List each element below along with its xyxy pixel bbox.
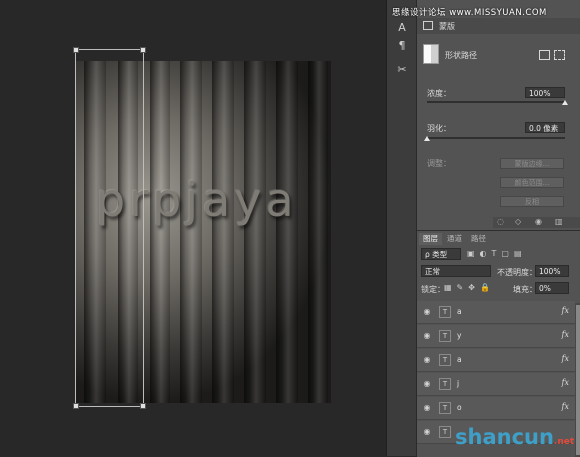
- delete-mask-icon[interactable]: ▥: [555, 217, 563, 226]
- watermark-top: 思缘设计论坛 www.MISSYUAN.COM: [392, 8, 547, 18]
- layer-name: a: [457, 355, 462, 364]
- fill-field[interactable]: 0%: [535, 282, 569, 294]
- layer-row[interactable]: ◉ T a fx: [417, 301, 575, 324]
- lock-icons[interactable]: ▦✎✥🔒: [444, 283, 495, 292]
- density-slider-knob[interactable]: [562, 100, 568, 105]
- invert-button[interactable]: 反相: [500, 196, 564, 207]
- eye-icon[interactable]: ◉: [422, 403, 432, 413]
- layers-scrollbar[interactable]: [575, 303, 580, 457]
- layer-name: y: [457, 331, 462, 340]
- visibility-icon[interactable]: ◉: [535, 217, 542, 226]
- layer-thumbnail: T: [439, 330, 451, 342]
- load-selection-icon[interactable]: ◌: [497, 217, 504, 226]
- layer-filter-select[interactable]: ρ 类型: [421, 248, 461, 260]
- transform-handle[interactable]: [73, 403, 79, 409]
- watermark-bottom-net: .net: [553, 437, 575, 447]
- character-icon[interactable]: A: [394, 20, 410, 36]
- layer-row[interactable]: ◉ T a fx: [417, 349, 575, 372]
- layer-filter-icons[interactable]: ▣◐T▢▤: [467, 249, 527, 258]
- layer-thumbnail: T: [439, 378, 451, 390]
- feather-label: 羽化：: [427, 124, 451, 133]
- layer-thumbnail: T: [439, 426, 451, 438]
- mask-edge-button[interactable]: 蒙版边缘...: [500, 158, 564, 169]
- mask-thumbnail[interactable]: [423, 44, 439, 64]
- layers-panel: 图层 通道 路径 ρ 类型 ▣◐T▢▤ 正常 不透明度： 100% 锁定： ▦✎…: [417, 230, 580, 457]
- adjust-label: 调整：: [427, 159, 451, 168]
- layer-thumbnail: T: [439, 354, 451, 366]
- layer-name: o: [457, 403, 462, 412]
- layer-name: a: [457, 307, 462, 316]
- fx-icon[interactable]: fx: [562, 378, 569, 387]
- eye-icon[interactable]: ◉: [422, 427, 432, 437]
- tools-icon[interactable]: ✂: [394, 62, 410, 78]
- opacity-label: 不透明度：: [497, 268, 537, 277]
- fill-label: 填充：: [513, 285, 537, 294]
- eye-icon[interactable]: ◉: [422, 307, 432, 317]
- layer-thumbnail: T: [439, 402, 451, 414]
- tab-layers[interactable]: 图层: [419, 233, 442, 245]
- mask-type-label: 形状路径: [445, 51, 477, 60]
- add-pixel-mask-icon[interactable]: [539, 50, 550, 60]
- density-label: 浓度：: [427, 89, 451, 98]
- lock-label: 锁定：: [421, 285, 445, 294]
- apply-mask-icon[interactable]: ◇: [515, 217, 521, 226]
- tab-channels[interactable]: 通道: [443, 233, 466, 245]
- layer-row[interactable]: ◉ T y fx: [417, 325, 575, 348]
- color-range-button[interactable]: 颜色范围...: [500, 177, 564, 188]
- eye-icon[interactable]: ◉: [422, 331, 432, 341]
- watermark-bottom: shancun.net: [455, 425, 574, 449]
- document-canvas[interactable]: prpjaya: [0, 0, 386, 456]
- transform-handle[interactable]: [140, 47, 146, 53]
- feather-field[interactable]: 0.0 像素: [525, 122, 565, 133]
- properties-title: 蒙版: [439, 22, 455, 31]
- add-vector-mask-icon[interactable]: [554, 50, 565, 60]
- right-panels: 蒙版 形状路径 浓度： 100% 羽化： 0.0 像素 调整： 蒙版边缘... …: [416, 0, 580, 457]
- transform-handle[interactable]: [140, 403, 146, 409]
- properties-panel: 蒙版 形状路径 浓度： 100% 羽化： 0.0 像素 调整： 蒙版边缘... …: [417, 0, 580, 228]
- tab-paths[interactable]: 路径: [467, 233, 490, 245]
- opacity-field[interactable]: 100%: [535, 265, 569, 277]
- layer-thumbnail: T: [439, 306, 451, 318]
- fx-icon[interactable]: fx: [562, 354, 569, 363]
- layer-row[interactable]: ◉ T j fx: [417, 373, 575, 396]
- properties-footer: ◌ ◇ ◉ ▥: [493, 217, 580, 228]
- paragraph-icon[interactable]: ¶: [394, 38, 410, 54]
- transform-bounding-box[interactable]: [73, 47, 146, 409]
- transform-handle[interactable]: [73, 47, 79, 53]
- fx-icon[interactable]: fx: [562, 330, 569, 339]
- feather-slider-knob[interactable]: [424, 136, 430, 141]
- layers-scrollbar-thumb[interactable]: [576, 305, 580, 455]
- layer-name: j: [457, 379, 460, 388]
- watermark-bottom-main: shancun: [455, 425, 554, 449]
- eye-icon[interactable]: ◉: [422, 355, 432, 365]
- properties-header: 蒙版: [417, 18, 580, 34]
- density-slider[interactable]: [427, 101, 565, 103]
- panel-icon-strip: A ¶ ✂: [386, 0, 417, 456]
- mask-icon: [423, 21, 433, 30]
- blend-mode-select[interactable]: 正常: [421, 265, 491, 277]
- fx-icon[interactable]: fx: [562, 306, 569, 315]
- feather-slider[interactable]: [427, 137, 565, 139]
- fx-icon[interactable]: fx: [562, 402, 569, 411]
- layer-row[interactable]: ◉ T o fx: [417, 397, 575, 420]
- density-field[interactable]: 100%: [525, 87, 565, 98]
- eye-icon[interactable]: ◉: [422, 379, 432, 389]
